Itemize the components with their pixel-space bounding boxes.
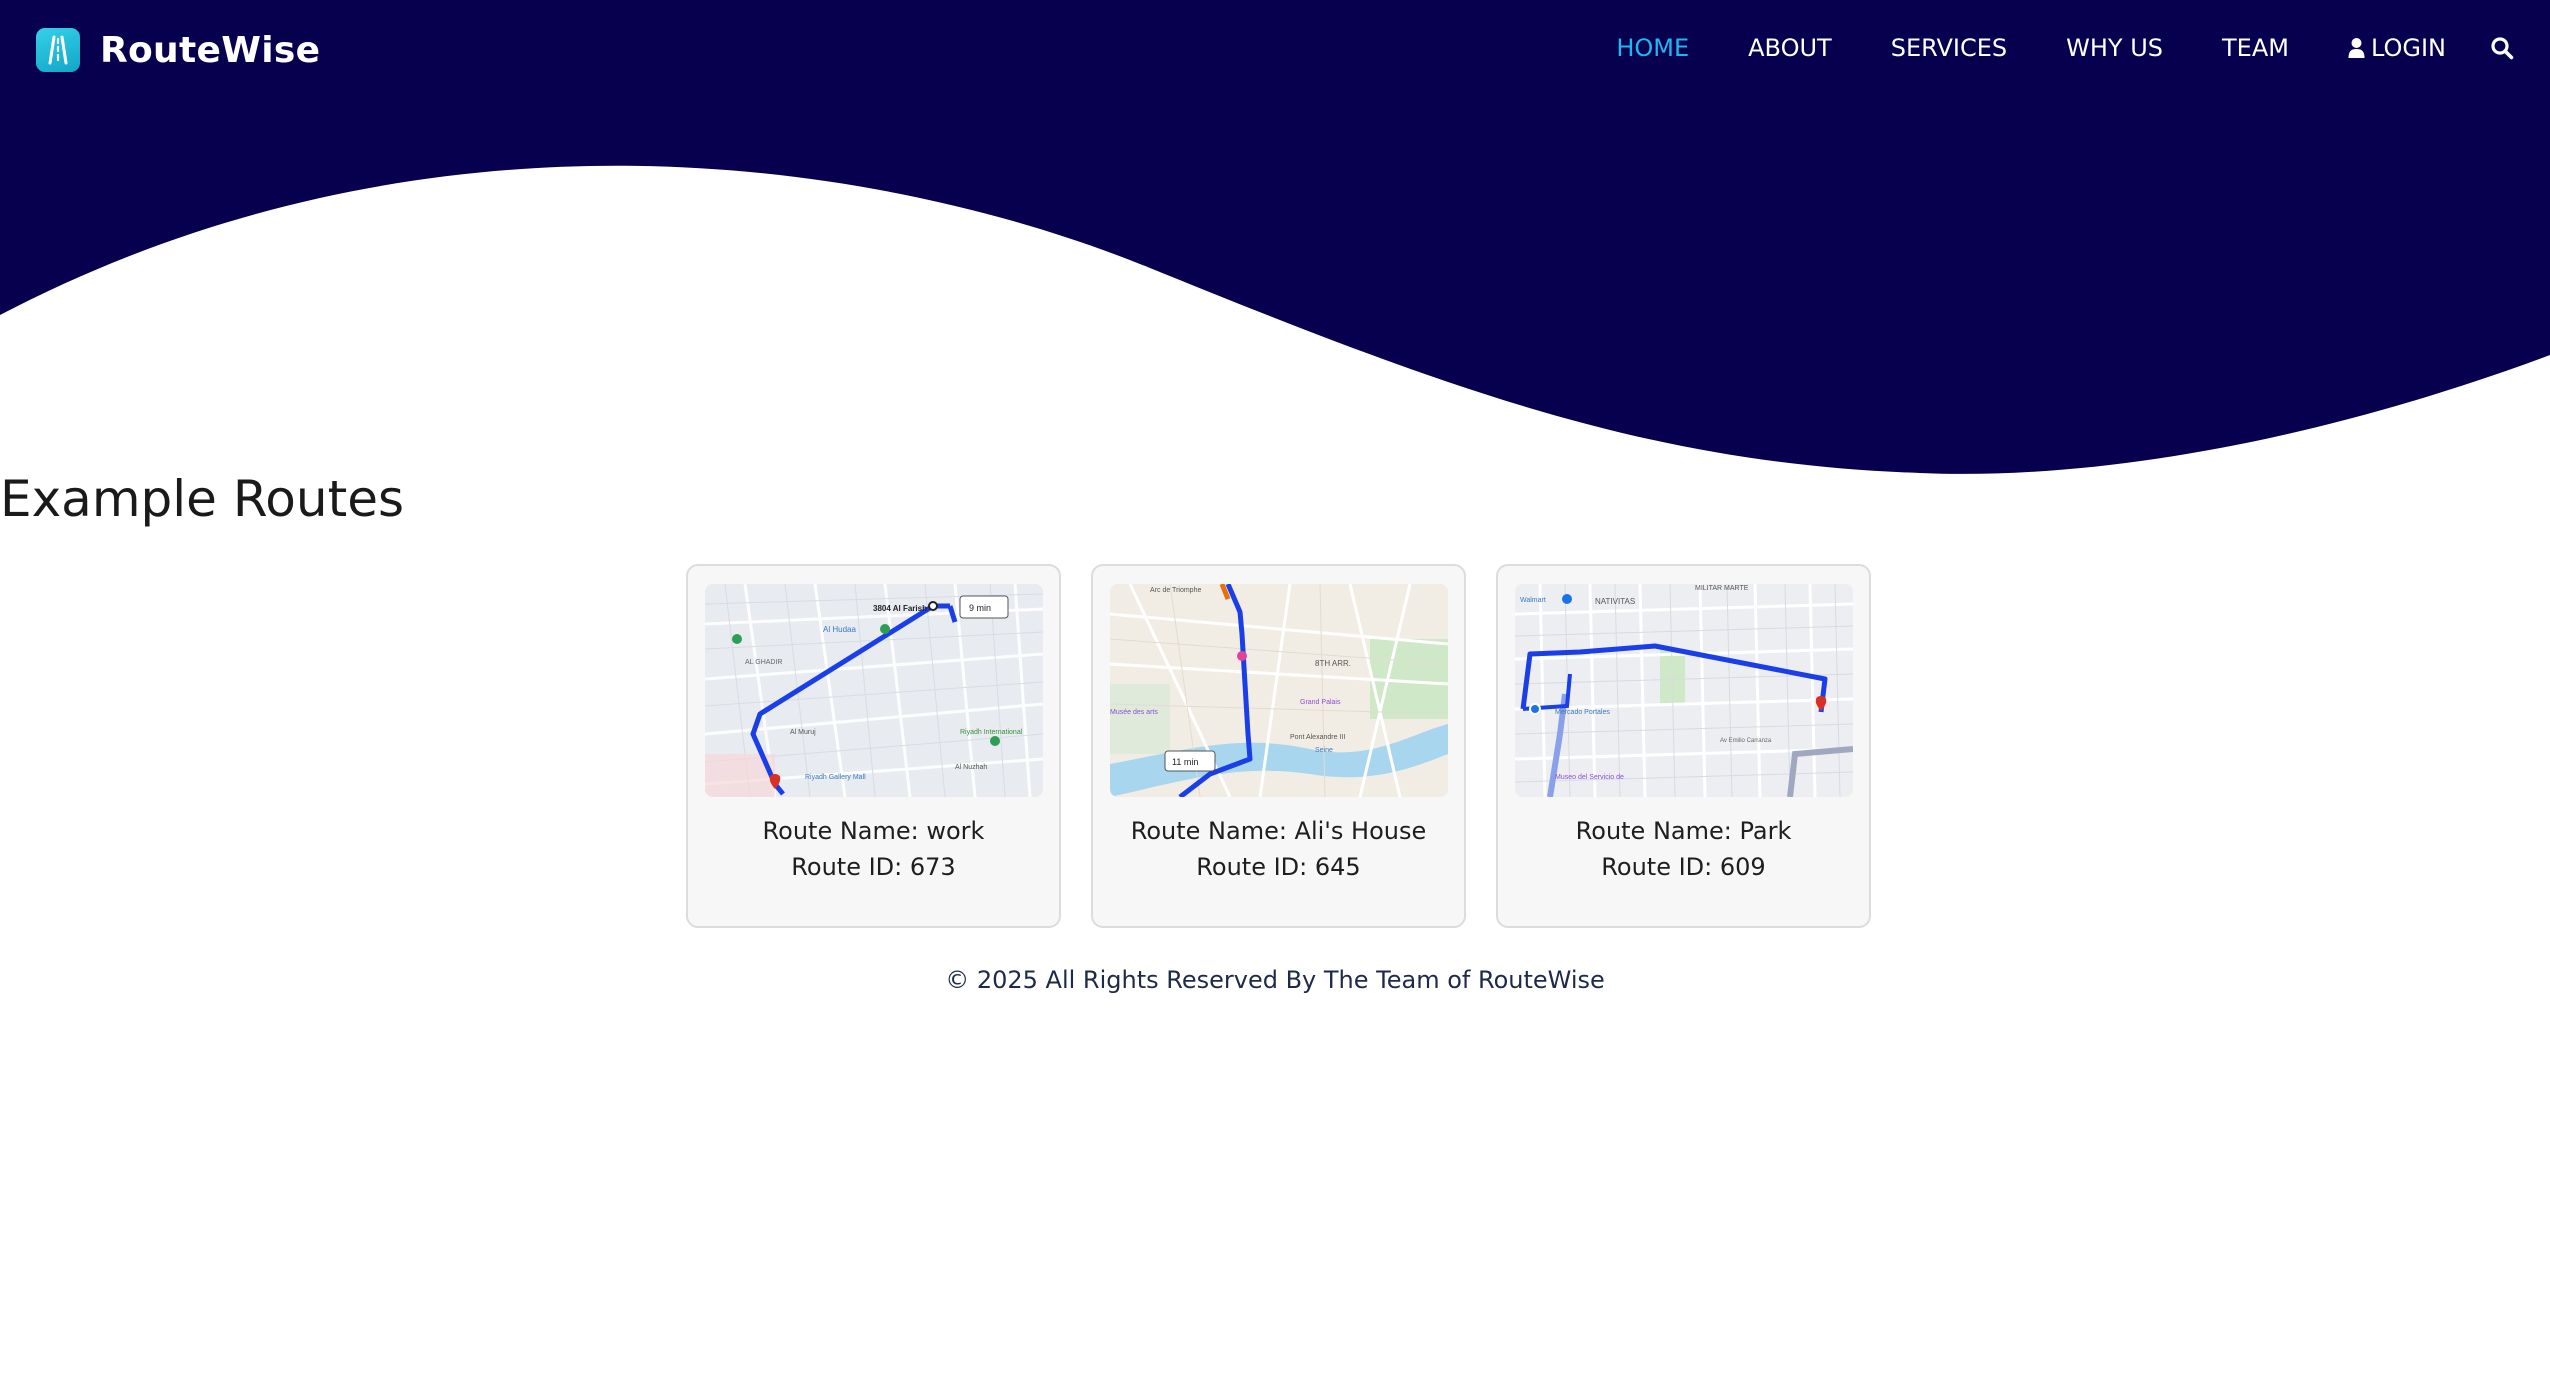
- svg-text:8TH ARR.: 8TH ARR.: [1315, 659, 1351, 668]
- svg-text:Al Muruj: Al Muruj: [790, 729, 816, 736]
- route-name: Route Name: work: [762, 817, 985, 845]
- page-title: Example Routes: [0, 470, 405, 528]
- search-icon: [2491, 36, 2514, 59]
- svg-text:NATIVITAS: NATIVITAS: [1595, 597, 1635, 606]
- nav-login[interactable]: LOGIN: [2348, 34, 2446, 62]
- route-name: Route Name: Ali's House: [1130, 817, 1427, 845]
- user-icon: [2348, 37, 2365, 58]
- route-id: Route ID: 645: [1196, 853, 1361, 881]
- route-info: Route Name: Ali's House Route ID: 645: [1110, 813, 1447, 885]
- svg-text:AL GHADIR: AL GHADIR: [745, 659, 782, 666]
- svg-text:Mercado Portales: Mercado Portales: [1555, 709, 1610, 716]
- route-map-thumbnail: 9 min 3804 Al Farish Al Hudaa AL GHADIR …: [705, 584, 1043, 797]
- svg-text:MILITAR MARTE: MILITAR MARTE: [1695, 585, 1749, 592]
- nav-why-us[interactable]: WHY US: [2066, 34, 2163, 62]
- route-map-thumbnail: Walmart NATIVITAS MILITAR MARTE Mercado …: [1515, 584, 1853, 797]
- nav-about[interactable]: ABOUT: [1748, 34, 1832, 62]
- svg-text:9 min: 9 min: [969, 603, 991, 613]
- route-card[interactable]: 11 min Arc de Triomphe 8TH ARR. Grand Pa…: [1091, 564, 1466, 928]
- road-icon: [36, 28, 80, 72]
- route-id: Route ID: 673: [791, 853, 956, 881]
- svg-text:Pont Alexandre III: Pont Alexandre III: [1290, 734, 1345, 741]
- brand-name: RouteWise: [100, 29, 321, 71]
- nav-login-label: LOGIN: [2370, 33, 2446, 62]
- svg-text:Walmart: Walmart: [1520, 597, 1546, 604]
- svg-text:Al Hudaa: Al Hudaa: [823, 625, 856, 634]
- route-id: Route ID: 609: [1601, 853, 1766, 881]
- nav-team[interactable]: TEAM: [2222, 34, 2289, 62]
- svg-text:Av Emilio Carranza: Av Emilio Carranza: [1720, 738, 1772, 744]
- footer-copyright: © 2025 All Rights Reserved By The Team o…: [945, 966, 1605, 994]
- route-name: Route Name: Park: [1575, 817, 1792, 845]
- svg-text:Al Nuzhah: Al Nuzhah: [955, 764, 987, 771]
- route-info: Route Name: work Route ID: 673: [705, 813, 1042, 885]
- main-nav: HOME ABOUT SERVICES WHY US TEAM LOGIN: [1557, 0, 2514, 95]
- svg-text:Arc de Triomphe: Arc de Triomphe: [1150, 587, 1201, 594]
- svg-text:Museo del Servicio de: Museo del Servicio de: [1555, 774, 1624, 781]
- svg-text:3804 Al Farish: 3804 Al Farish: [873, 604, 927, 613]
- svg-text:Seine: Seine: [1315, 747, 1333, 754]
- route-card[interactable]: 9 min 3804 Al Farish Al Hudaa AL GHADIR …: [686, 564, 1061, 928]
- svg-text:Riyadh International: Riyadh International: [960, 729, 1023, 736]
- search-button[interactable]: [2490, 36, 2514, 60]
- svg-text:Riyadh Gallery Mall: Riyadh Gallery Mall: [805, 774, 866, 781]
- svg-text:Grand Palais: Grand Palais: [1300, 699, 1341, 706]
- navbar: RouteWise HOME ABOUT SERVICES WHY US TEA…: [0, 0, 2550, 100]
- route-map-thumbnail: 11 min Arc de Triomphe 8TH ARR. Grand Pa…: [1110, 584, 1448, 797]
- route-info: Route Name: Park Route ID: 609: [1515, 813, 1852, 885]
- nav-home[interactable]: HOME: [1616, 34, 1689, 62]
- route-card[interactable]: Walmart NATIVITAS MILITAR MARTE Mercado …: [1496, 564, 1871, 928]
- nav-services[interactable]: SERVICES: [1891, 34, 2007, 62]
- svg-text:11 min: 11 min: [1172, 757, 1198, 767]
- svg-text:Musée des arts: Musée des arts: [1110, 709, 1158, 716]
- brand-logo-link[interactable]: RouteWise: [36, 28, 320, 72]
- route-cards: 9 min 3804 Al Farish Al Hudaa AL GHADIR …: [686, 564, 1871, 928]
